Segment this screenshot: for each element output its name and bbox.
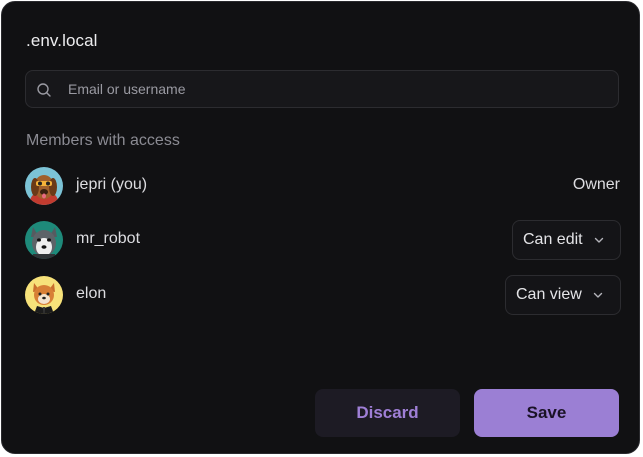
role-dropdown[interactable]: Can view [505,275,621,315]
member-row: jepri (you) Owner [25,166,621,206]
role-dropdown-value: Can view [516,286,582,303]
search-icon [37,83,51,97]
member-role-owner: Owner [572,176,620,193]
members-section-label: Members with access [26,132,180,149]
husky-avatar [25,221,63,259]
member-name: mr_robot [76,230,141,247]
share-dialog: .env.local Members with access jepri [1,1,640,454]
role-dropdown[interactable]: Can edit [512,220,621,260]
role-dropdown-value: Can edit [523,231,583,248]
dog-with-glasses-avatar [25,167,63,205]
member-name: jepri (you) [76,176,148,193]
discard-button[interactable]: Discard [315,389,460,437]
chevron-down-icon [594,237,603,243]
member-row: mr_robot Can edit [25,220,621,260]
member-name: elon [76,285,107,302]
member-row: elon Can view [25,275,621,315]
search-field[interactable] [25,70,619,108]
chevron-down-icon [593,292,603,298]
save-button[interactable]: Save [474,389,619,437]
search-input[interactable] [68,71,608,107]
shiba-avatar [25,276,63,314]
dialog-title: .env.local [26,31,98,50]
